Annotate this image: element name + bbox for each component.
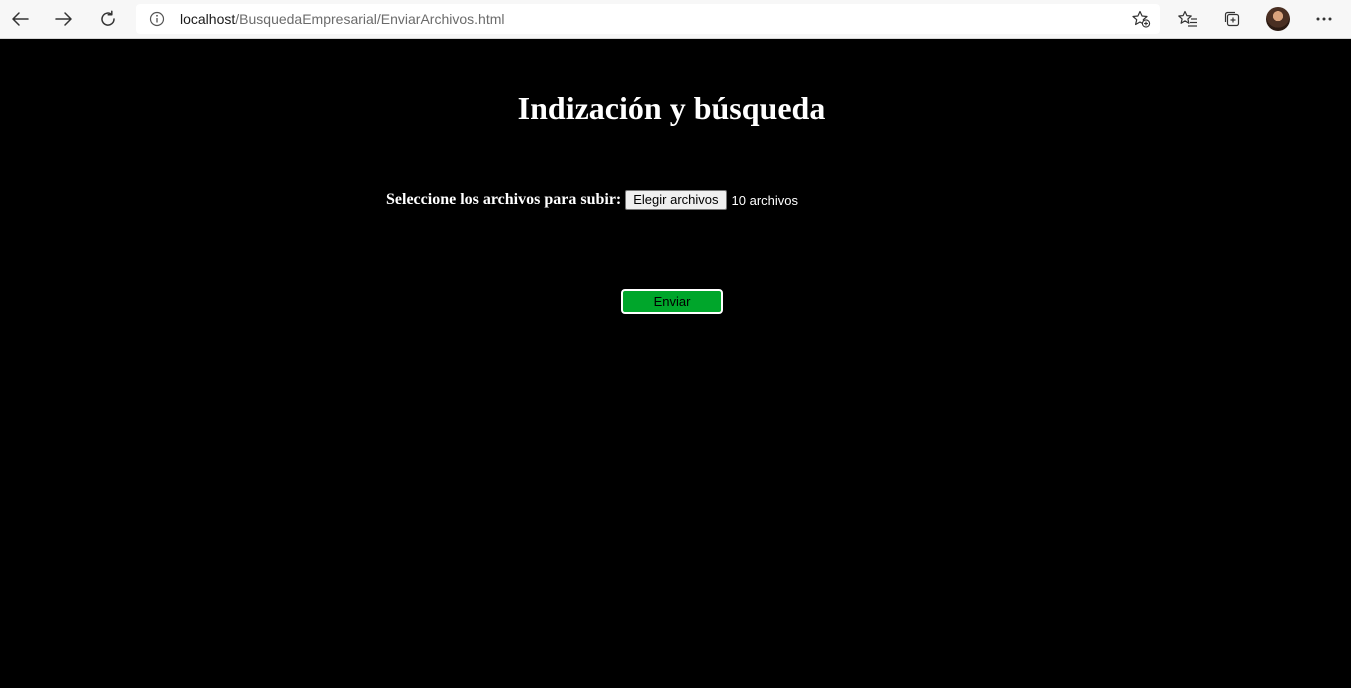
info-icon[interactable] — [148, 10, 166, 28]
avatar[interactable] — [1266, 7, 1290, 31]
address-bar[interactable]: localhost/BusquedaEmpresarial/EnviarArch… — [136, 4, 1160, 34]
page-title: Indización y búsqueda — [517, 90, 826, 126]
refresh-button[interactable] — [92, 4, 124, 34]
forward-button[interactable] — [48, 4, 80, 34]
refresh-icon — [101, 10, 115, 26]
collections-icon — [1224, 11, 1240, 27]
forward-arrow-icon — [55, 12, 72, 26]
more-menu-button[interactable] — [1308, 4, 1340, 34]
back-button[interactable] — [4, 4, 36, 34]
more-icon — [1316, 17, 1332, 21]
star-add-icon[interactable] — [1130, 9, 1152, 29]
favorites-icon — [1178, 10, 1197, 27]
url-path: /BusquedaEmpresarial/EnviarArchivos.html — [235, 11, 505, 27]
url-text[interactable]: localhost/BusquedaEmpresarial/EnviarArch… — [180, 11, 505, 27]
favorites-button[interactable] — [1172, 4, 1204, 34]
back-arrow-icon — [12, 12, 29, 26]
url-host: localhost — [180, 11, 236, 27]
submit-button[interactable]: Enviar — [621, 289, 723, 314]
file-count-text: 10 archivos — [731, 192, 798, 208]
collections-button[interactable] — [1216, 4, 1248, 34]
choose-files-button[interactable]: Elegir archivos — [625, 190, 727, 210]
page-content: Indización y búsqueda Seleccione los arc… — [0, 39, 1351, 688]
upload-row: Seleccione los archivos para subir: Eleg… — [386, 189, 798, 211]
upload-label: Seleccione los archivos para subir: — [386, 191, 622, 208]
browser-toolbar: localhost/BusquedaEmpresarial/EnviarArch… — [0, 0, 1351, 39]
